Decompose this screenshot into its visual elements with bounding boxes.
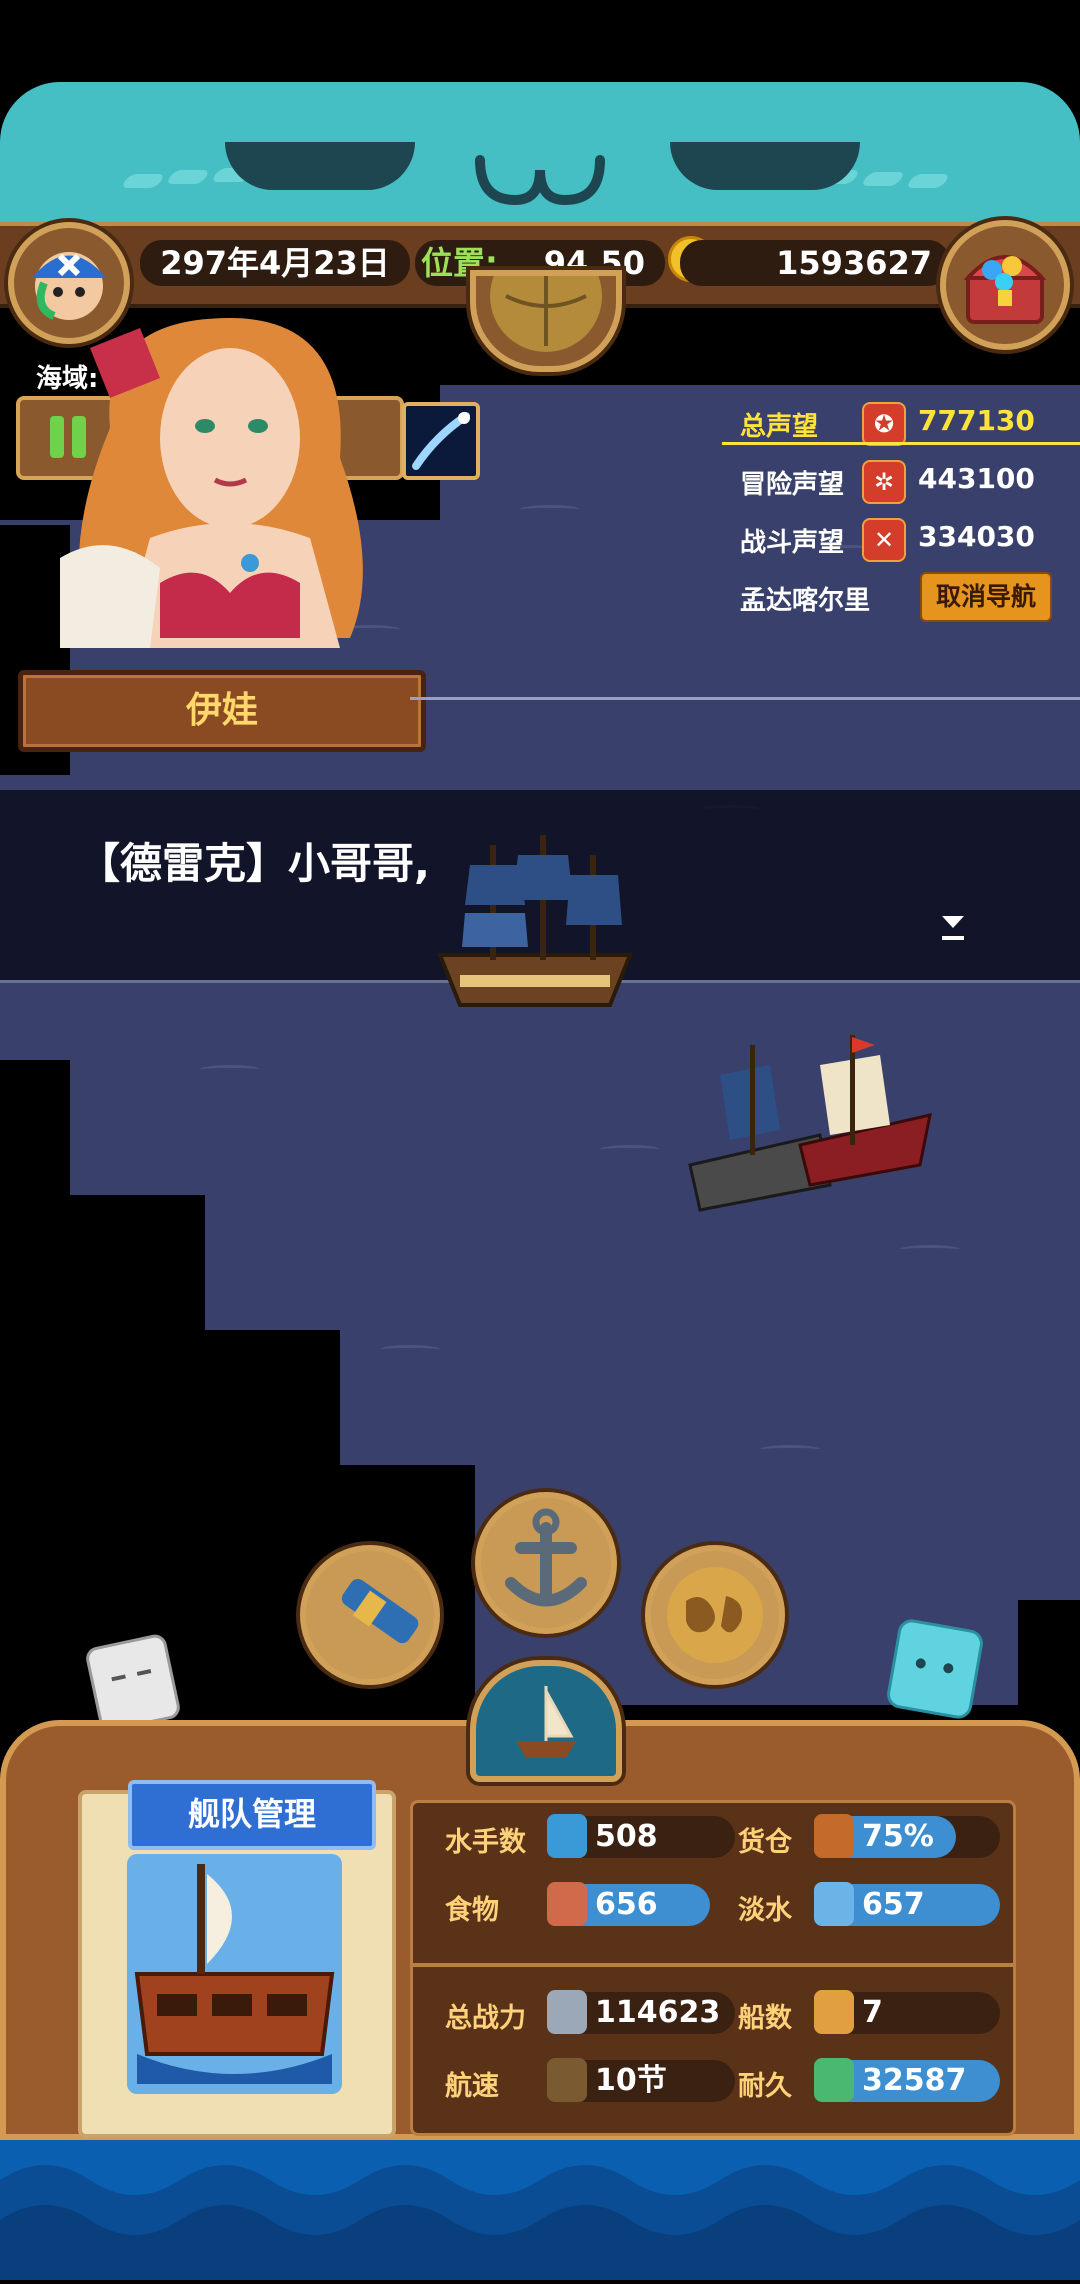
battle-reputation-value: 334030	[918, 520, 1035, 553]
fleet-management-tab[interactable]: 舰队管理	[128, 1780, 376, 1850]
waves-decoration	[0, 2165, 1080, 2280]
total-reputation-value: 777130	[918, 404, 1035, 437]
sea-divider-line	[410, 697, 1080, 700]
fresh-water-label: 淡水	[738, 1895, 792, 1926]
bottom-water-decoration	[0, 2140, 1080, 2280]
total-reputation-icon: ✪	[862, 402, 906, 446]
ship-count-label: 船数	[738, 2003, 792, 2034]
stats-divider	[413, 1963, 1013, 1967]
globe-icon	[490, 240, 602, 352]
cancel-navigation-button[interactable]: 取消导航	[920, 572, 1052, 622]
treasure-button[interactable]	[940, 220, 1070, 350]
cat-eye-right	[670, 142, 860, 190]
fleet-ship-cross-section	[127, 1854, 342, 2094]
treasure-chest-icon	[963, 255, 1047, 324]
ship-count-value: 7	[862, 1995, 883, 2030]
character-illustration	[60, 318, 363, 648]
fresh-water-icon	[814, 1882, 854, 1926]
food-label: 食物	[445, 1895, 499, 1926]
food-bar: 656	[547, 1882, 710, 1926]
anchor-button[interactable]	[475, 1492, 617, 1634]
battle-reputation-icon: ✕	[862, 518, 906, 562]
game-date: 297年4月23日	[140, 240, 410, 286]
durability-icon	[814, 2058, 854, 2102]
world-map-button[interactable]	[645, 1545, 785, 1685]
sailor-count-value: 508	[595, 1819, 658, 1854]
anchor-icon	[505, 1508, 587, 1607]
destination-name: 孟达喀尔里	[740, 586, 871, 616]
fresh-water-bar: 657	[814, 1882, 1000, 1926]
cargo-hold-value: 75%	[862, 1819, 934, 1854]
dialog-continue-icon[interactable]	[940, 914, 966, 942]
cat-mouth	[475, 155, 605, 206]
spyglass-button[interactable]	[300, 1545, 440, 1685]
comet-skill-icon	[412, 412, 470, 470]
durability-label: 耐久	[738, 2071, 792, 2102]
spyglass-icon	[341, 1578, 419, 1644]
food-icon	[547, 1882, 587, 1926]
adventure-reputation-icon: ✲	[862, 460, 906, 504]
cargo-hold-bar: 75%	[814, 1814, 1000, 1858]
fresh-water-value: 657	[862, 1887, 925, 1922]
ship-count-bar: 7	[814, 1990, 1000, 2034]
white-cube-mascot	[83, 1632, 183, 1734]
sailor-count-label: 水手数	[445, 1827, 526, 1858]
total-reputation-label: 总声望	[740, 412, 819, 442]
cat-header-decoration	[0, 82, 1080, 232]
sailing-speed-bar: 10节	[547, 2058, 735, 2102]
fleet-management-title: 舰队管理	[187, 1795, 316, 1833]
character-name-plate: 伊娃	[18, 670, 426, 752]
character-portrait	[50, 308, 410, 678]
food-value: 656	[595, 1887, 658, 1922]
ship-count-icon	[814, 1990, 854, 2034]
durability-value: 32587	[862, 2063, 967, 2098]
reputation-panel: 总声望 ✪ 777130 冒险声望 ✲ 443100 战斗声望 ✕ 334030…	[722, 382, 1080, 682]
total-power-icon	[547, 1990, 587, 2034]
world-map-icon	[667, 1567, 763, 1663]
total-power-label: 总战力	[445, 2003, 526, 2034]
sailor-count-icon	[547, 1814, 587, 1858]
dialog-text: 【德雷克】小哥哥,	[78, 839, 430, 888]
adventure-reputation-value: 443100	[918, 462, 1035, 495]
player-ship[interactable]	[430, 835, 640, 1015]
cargo-hold-label: 货仓	[738, 1827, 792, 1858]
durability-bar: 32587	[814, 2058, 1000, 2102]
cat-eye-left	[225, 142, 415, 190]
battle-reputation-label: 战斗声望	[740, 528, 845, 558]
ship-fleet[interactable]	[680, 1035, 940, 1215]
sailor-count-bar: 508	[547, 1814, 735, 1858]
adventure-reputation-label: 冒险声望	[740, 470, 845, 500]
sailboat-icon	[516, 1685, 576, 1758]
total-power-value: 114623	[595, 1995, 721, 2030]
cargo-hold-icon	[814, 1814, 854, 1858]
sailing-speed-label: 航速	[445, 2071, 499, 2102]
sailing-speed-value: 10节	[595, 2063, 667, 2098]
sail-button[interactable]	[470, 1660, 622, 1782]
sailing-speed-icon	[547, 2058, 587, 2102]
total-power-bar: 114623	[547, 1990, 735, 2034]
skill-slot[interactable]	[402, 402, 480, 480]
gold-amount: 1593627	[680, 240, 950, 286]
reputation-divider	[722, 442, 1080, 445]
cyan-cat-cube-mascot	[884, 1617, 986, 1721]
character-name: 伊娃	[185, 690, 258, 731]
globe-button[interactable]	[470, 240, 622, 372]
